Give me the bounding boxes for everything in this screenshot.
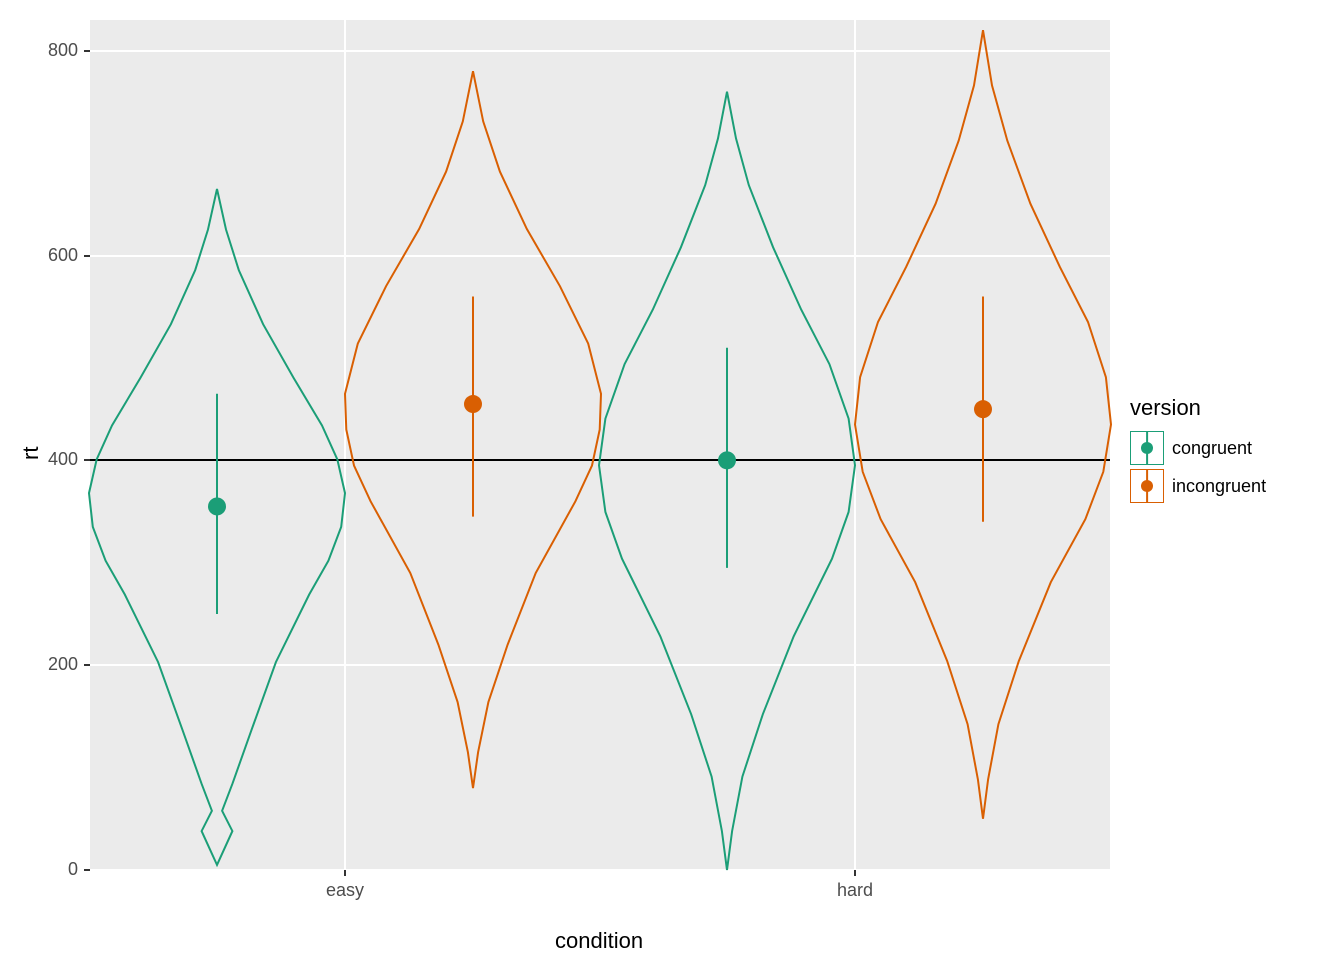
pointrange-point: [974, 400, 992, 418]
pointrange-point: [464, 395, 482, 413]
legend-key: [1130, 431, 1164, 465]
legend-key-line: [1146, 432, 1148, 464]
legend-title: version: [1130, 395, 1266, 421]
legend-label: incongruent: [1172, 476, 1266, 497]
legend-key: [1130, 469, 1164, 503]
pointrange-point: [718, 451, 736, 469]
legend-item: congruent: [1130, 431, 1266, 465]
legend-label: congruent: [1172, 438, 1252, 459]
legend-item: incongruent: [1130, 469, 1266, 503]
legend-key-line: [1146, 470, 1148, 502]
chart-page: rt condition 0200400600800easyhard versi…: [0, 0, 1344, 960]
pointrange-point: [208, 497, 226, 515]
legend: version congruent incongruent: [1130, 395, 1266, 507]
